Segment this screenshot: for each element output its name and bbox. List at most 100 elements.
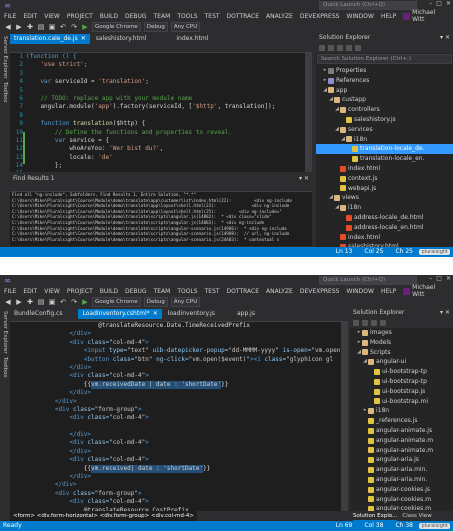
config-select[interactable]: Debug (143, 22, 168, 32)
find-result-line[interactable]: C:\Users\Mike\Pluralsight\Course\Module\… (10, 231, 312, 237)
code-line[interactable]: {{vm.receivedDate | date : 'shortDate'}} (10, 380, 348, 390)
code-line[interactable]: 14 }; (10, 162, 312, 170)
start-debug-icon[interactable]: ▶ (81, 298, 89, 306)
toolbox-tab[interactable]: Toolbox (0, 354, 10, 378)
close-icon[interactable]: ✕ (81, 35, 86, 42)
menu-file[interactable]: FILE (4, 13, 16, 20)
tree-item[interactable]: ◢ services (316, 125, 453, 135)
close-icon[interactable]: ✕ (446, 275, 451, 282)
menu-analyze[interactable]: ANALYZE (266, 288, 293, 295)
tab-translation-de[interactable]: translation.cale_de.js ✕ (10, 34, 90, 44)
code-line[interactable]: </div> (10, 330, 348, 338)
tree-item[interactable]: ◢ Scripts (350, 348, 453, 358)
browser-select[interactable]: Google Chrome (92, 297, 141, 307)
tree-item[interactable]: ui-bootstrap-tp (350, 377, 453, 387)
find-results-list[interactable]: Find all "ng-include", Subfolders, Find … (10, 192, 312, 242)
menu-help[interactable]: HELP (381, 13, 396, 20)
code-line[interactable]: </div> (10, 481, 348, 489)
open-icon[interactable]: ▤ (37, 298, 45, 306)
save-icon[interactable]: ▣ (48, 23, 56, 31)
breadcrumb-path[interactable]: <form> <div.form-horizontal> <div.form-g… (10, 511, 197, 521)
maximize-icon[interactable]: □ (436, 275, 442, 282)
code-line[interactable]: </div> (10, 398, 348, 406)
tree-item[interactable]: webapi.js (316, 184, 453, 194)
code-line[interactable]: 1 (function () { (10, 53, 312, 61)
menu-tools[interactable]: TOOLS (177, 13, 197, 20)
code-editor[interactable]: 1 (function () {2 'use strict'; 3 4 var ser… (10, 44, 312, 172)
sync-icon[interactable] (328, 45, 334, 51)
config-select[interactable]: Debug (143, 297, 168, 307)
code-line[interactable] (10, 423, 348, 431)
code-line[interactable]: <div class= "col-md-4" > (10, 456, 348, 464)
code-line[interactable]: <div class= "form-group" > (10, 406, 348, 414)
platform-select[interactable]: Any CPU (170, 297, 201, 307)
editor-scrollbar[interactable] (305, 53, 312, 172)
forward-icon[interactable]: ▶ (15, 23, 23, 31)
code-line[interactable]: <input type= "text" uib-datepicker-popup=… (10, 347, 348, 355)
menu-devexpress[interactable]: DEVEXPRESS (300, 13, 340, 20)
tree-item[interactable]: index.html (316, 164, 453, 174)
properties-icon[interactable] (355, 45, 361, 51)
forward-icon[interactable]: ▶ (15, 298, 23, 306)
tree-item[interactable]: angular-aria.min. (350, 475, 453, 485)
tab-app-js[interactable]: app.js (233, 309, 259, 319)
tree-item[interactable]: angular-animate.m (350, 436, 453, 446)
tree-item[interactable]: ◢ angular-ui (350, 357, 453, 367)
code-area[interactable]: @translateResource.Date.TimeReceivedPref… (10, 322, 348, 511)
code-area[interactable]: 1 (function () {2 'use strict'; 3 4 var ser… (10, 53, 312, 172)
code-line[interactable]: 9 function translation ($http) { (10, 120, 312, 128)
tree-item[interactable]: saleshistory.js (316, 115, 453, 125)
menu-dottrace[interactable]: DOTTRACE (227, 288, 259, 295)
tree-item[interactable]: ▸ images (350, 328, 453, 338)
tree-item[interactable]: angular-animate.js (350, 426, 453, 436)
tree-item[interactable]: ▸ References (316, 76, 453, 86)
menu-debug[interactable]: DEBUG (125, 13, 147, 20)
solution-search-input[interactable]: Search Solution Explorer (Ctrl+;) (317, 54, 452, 64)
refresh-icon[interactable] (337, 45, 343, 51)
menu-tools[interactable]: TOOLS (177, 288, 197, 295)
menu-project[interactable]: PROJECT (67, 288, 93, 295)
code-line[interactable]: 11 var service = { (10, 137, 312, 145)
menu-window[interactable]: WINDOW (346, 13, 373, 20)
redo-icon[interactable]: ↷ (70, 298, 78, 306)
maximize-icon[interactable]: □ (436, 0, 442, 7)
code-line[interactable]: </div> (10, 389, 348, 397)
tree-item[interactable]: ◢ controllers (316, 105, 453, 115)
menu-project[interactable]: PROJECT (67, 13, 93, 20)
panel-controls[interactable]: ▾ ✕ (440, 33, 450, 43)
code-line[interactable]: <button class= "btn" ng-click= "vm.open($e… (10, 356, 348, 364)
menu-build[interactable]: BUILD (100, 13, 118, 20)
tree-item[interactable]: angular-aria.js (350, 455, 453, 465)
undo-icon[interactable]: ↶ (59, 298, 67, 306)
code-line[interactable]: {{vm.received| date : 'shortDate'}} (10, 464, 348, 474)
code-line[interactable]: <div class= "col-md-4" > (10, 498, 348, 506)
start-debug-icon[interactable]: ▶ (81, 23, 89, 31)
back-icon[interactable]: ◀ (4, 23, 12, 31)
code-line[interactable]: 6 // TODO: replace app with your module … (10, 95, 312, 103)
menu-window[interactable]: WINDOW (346, 288, 373, 295)
code-line[interactable]: 7 angular.module('app').factory(serviceI… (10, 103, 312, 111)
minimize-icon[interactable]: – (429, 275, 432, 282)
code-line[interactable]: 2 'use strict'; (10, 61, 312, 69)
menu-test[interactable]: TEST (205, 13, 220, 20)
tree-item[interactable]: ◢ views (316, 193, 453, 203)
browser-select[interactable]: Google Chrome (92, 22, 141, 32)
code-line[interactable]: <div class= "col-md-4" > (10, 339, 348, 347)
open-icon[interactable]: ▤ (37, 23, 45, 31)
menu-edit[interactable]: EDIT (23, 288, 37, 295)
code-editor[interactable]: @translateResource.Date.TimeReceivedPref… (10, 319, 348, 511)
toolbox-tab[interactable]: Toolbox (0, 79, 10, 103)
menu-view[interactable]: VIEW (44, 288, 60, 295)
menu-analyze[interactable]: ANALYZE (266, 13, 293, 20)
tree-item[interactable]: address-locale_de.html (316, 213, 453, 223)
tab-solution-explorer[interactable]: Solution Explo... (353, 511, 398, 521)
menu-edit[interactable]: EDIT (23, 13, 37, 20)
refresh-icon[interactable] (371, 320, 377, 326)
code-line[interactable]: <div class= "form-group" > (10, 490, 348, 498)
platform-select[interactable]: Any CPU (170, 22, 201, 32)
new-project-icon[interactable]: ✚ (26, 23, 34, 31)
tree-item[interactable]: index.html (316, 233, 453, 243)
server-explorer-tab[interactable]: Server Explorer (0, 33, 10, 79)
tab-bundleconfig[interactable]: BundleConfig.cs (10, 309, 66, 319)
tree-item[interactable]: address-locale_en.html (316, 223, 453, 233)
